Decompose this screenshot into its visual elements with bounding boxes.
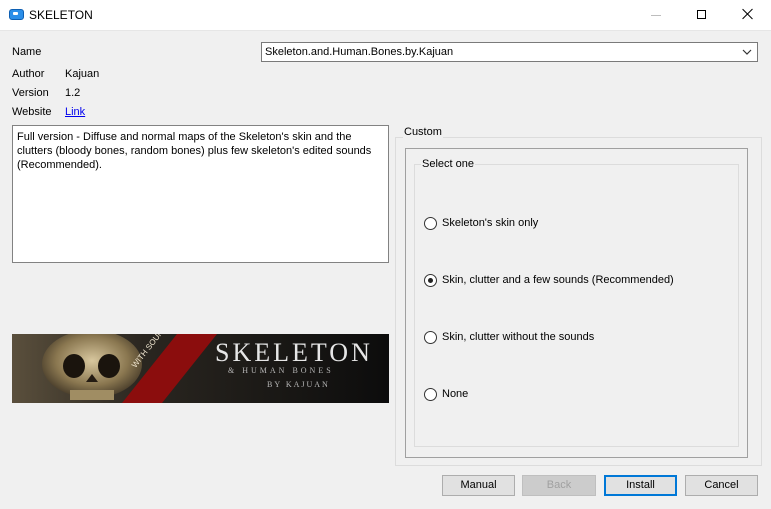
package-select-value: Skeleton.and.Human.Bones.by.Kajuan [265,46,454,58]
radio-button-selected-icon [424,274,437,287]
close-icon [742,8,754,20]
radio-button-icon [424,217,437,230]
custom-group-legend: Custom [403,126,443,138]
radio-label: Skin, clutter without the sounds [442,331,595,343]
minimize-icon [651,15,661,16]
radio-button-icon [424,388,437,401]
close-button[interactable] [725,0,771,30]
minimize-button[interactable] [633,0,679,30]
website-label: Website [12,106,52,118]
banner-subtitle: & HUMAN BONES [228,366,334,375]
maximize-button[interactable] [679,0,725,30]
window-title: SKELETON [29,8,93,22]
back-button[interactable]: Back [522,475,596,496]
website-link[interactable]: Link [65,106,85,118]
banner-title: SKELETON [215,338,373,367]
select-one-legend: Select one [421,158,475,170]
banner-byline: BY KAJUAN [267,380,330,389]
manual-button[interactable]: Manual [442,475,515,496]
select-one-group [414,164,739,447]
package-select[interactable]: Skeleton.and.Human.Bones.by.Kajuan [261,42,758,62]
install-button[interactable]: Install [604,475,677,496]
app-icon [9,9,24,20]
radio-dot-icon [428,278,433,283]
version-label: Version [12,87,49,99]
description-box[interactable]: Full version - Diffuse and normal maps o… [12,125,389,263]
cancel-button[interactable]: Cancel [685,475,758,496]
version-value: 1.2 [65,87,81,99]
chevron-down-icon [742,49,752,55]
radio-button-icon [424,331,437,344]
banner-image: WITH SOUNDS SKELETON & HUMAN BONES BY KA… [12,334,389,403]
name-label: Name [12,46,42,58]
author-label: Author [12,68,45,80]
author-value: Kajuan [65,68,100,80]
radio-label: Skeleton's skin only [442,217,539,229]
radio-label: None [442,388,469,400]
radio-label: Skin, clutter and a few sounds (Recommen… [442,274,674,286]
maximize-icon [697,10,706,19]
title-bar: SKELETON [0,0,771,31]
